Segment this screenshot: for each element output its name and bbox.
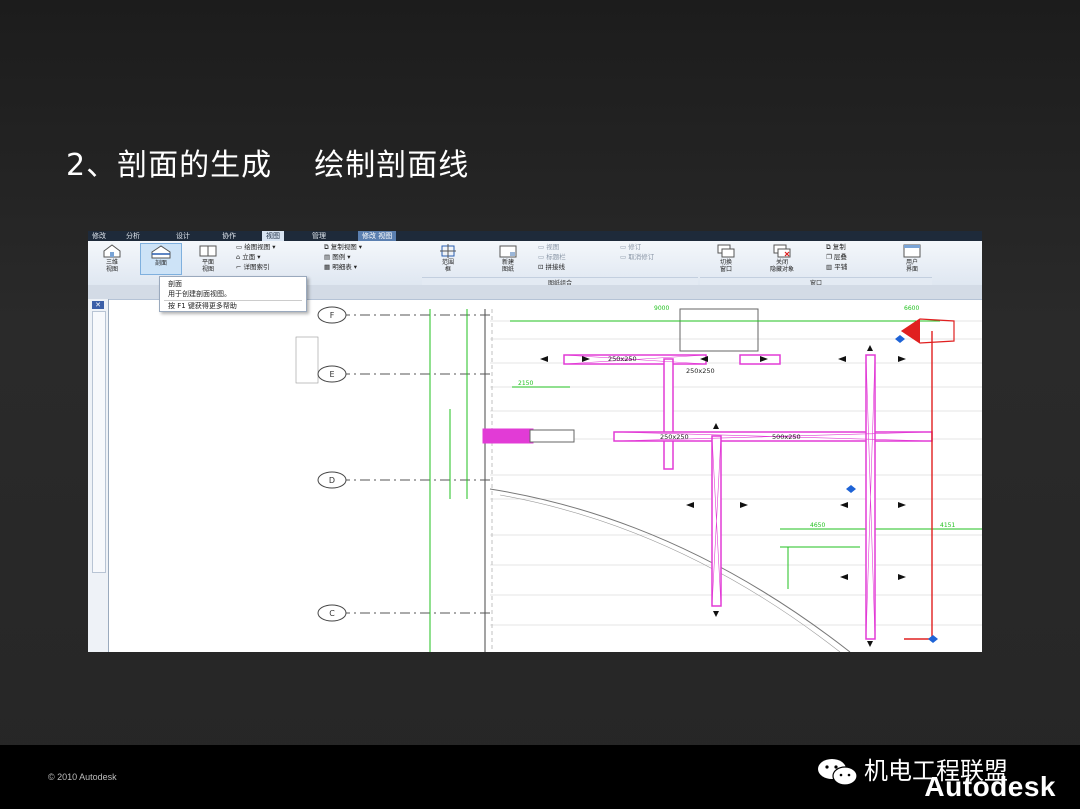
section-icon [151, 245, 171, 259]
drafting-view-button[interactable]: ▭ 绘图视图 ▾ [236, 243, 276, 252]
duct-size-label: 250x250 [686, 367, 715, 375]
new-sheet-icon [499, 245, 517, 258]
tab-view[interactable]: 视图 [262, 231, 284, 241]
scrollbar[interactable] [92, 311, 106, 573]
slide-title: 2、剖面的生成 绘制剖面线 [66, 148, 470, 183]
schedule-button[interactable]: ▦ 明细表 ▾ [324, 263, 357, 272]
slide-footer: © 2010 Autodesk 机电工程联盟 Autodesk [0, 745, 1080, 809]
duct-size-label: 250x250 [660, 433, 689, 441]
legend-button[interactable]: ▤ 图例 ▾ [324, 253, 351, 262]
scope-box-label: 范围 框 [441, 259, 454, 273]
tab-analyze[interactable]: 分析 [122, 231, 144, 241]
tab-modify[interactable]: 修改 [88, 231, 110, 241]
section-button[interactable]: 剖面 [140, 243, 182, 275]
revit-screenshot: 修改 分析 设计 协作 视图 管理 修改 视图 三维 视图 剖面 平面 视图 ▭… [88, 231, 982, 652]
grid-label: C [329, 609, 335, 618]
3d-view-button[interactable]: 三维 视图 [92, 243, 132, 273]
floor-lines [490, 320, 982, 626]
wechat-icon [818, 759, 858, 786]
duct-system[interactable] [482, 354, 933, 640]
tooltip-title: 剖面 [168, 280, 182, 288]
callout-button[interactable]: ⌐ 详图索引 [236, 263, 270, 272]
close-hidden-icon [773, 244, 791, 258]
grid-lines [340, 314, 492, 614]
scope-box-button[interactable]: 范围 框 [428, 243, 468, 273]
tooltip-help: 按 F1 键获得更多帮助 [164, 300, 302, 311]
3d-view-label: 三维 视图 [105, 259, 118, 273]
title-block-button[interactable]: ▭ 标题栏 [538, 253, 566, 262]
ribbon-tab-bar: 修改 分析 设计 协作 视图 管理 修改 视图 [88, 231, 982, 241]
dimension-text: 4151 [940, 522, 955, 529]
tab-modify-view[interactable]: 修改 视图 [358, 231, 397, 241]
plan-view-icon [199, 245, 217, 257]
revisions-button[interactable]: ▭ 修订 [620, 243, 641, 252]
air-terminal-arrows [540, 345, 906, 647]
drawing-canvas[interactable]: F E D C 9000 6600 2150 4650 4151 250x250… [120, 299, 982, 652]
tab-collaborate[interactable]: 协作 [218, 231, 240, 241]
scope-box-icon [440, 244, 456, 258]
user-interface-icon [903, 244, 921, 258]
user-interface-label: 用户 界面 [905, 259, 918, 273]
user-interface-button[interactable]: 用户 界面 [892, 243, 932, 273]
dimension-text: 4650 [810, 522, 825, 529]
dimension-text: 6600 [904, 305, 919, 312]
switch-window-label: 切换 窗口 [719, 259, 732, 273]
room-outline [679, 308, 759, 352]
duplicate-view-button[interactable]: ⧉ 复制视图 ▾ [324, 243, 362, 252]
tooltip-description: 用于创建剖面视图。 [168, 290, 231, 298]
replicate-button[interactable]: ⧉ 复制 [826, 243, 846, 252]
place-view-button[interactable]: ▭ 视图 [538, 243, 559, 252]
tab-architect[interactable]: 设计 [172, 231, 194, 241]
cancel-revision-button[interactable]: ▭ 取消修订 [620, 253, 654, 262]
curved-wall-inner [499, 494, 841, 652]
close-icon[interactable]: ✕ [92, 301, 104, 309]
section-line[interactable] [846, 318, 955, 643]
grid-label: E [329, 370, 334, 379]
curved-wall [489, 488, 851, 652]
switch-window-button[interactable]: 切换 窗口 [706, 243, 746, 273]
new-sheet-label: 新建 图纸 [501, 259, 514, 273]
matchline-button[interactable]: ⊡ 拼接线 [538, 263, 565, 272]
elevation-button[interactable]: ⌂ 立面 ▾ [236, 253, 261, 262]
project-browser-panel: ✕ [88, 299, 109, 652]
autodesk-logo: Autodesk [924, 771, 1056, 802]
brand-area: 机电工程联盟 Autodesk [816, 753, 1056, 805]
switch-window-icon [717, 244, 735, 258]
plan-view-label: 平面 视图 [201, 259, 214, 273]
room-outline [295, 336, 319, 384]
new-sheet-button[interactable]: 新建 图纸 [488, 243, 528, 273]
close-hidden-label: 关闭 隐藏对象 [769, 259, 794, 273]
tile-button[interactable]: ▥ 平铺 [826, 263, 847, 272]
duct-size-label: 500x250 [772, 433, 801, 441]
grid-label: D [329, 476, 335, 485]
section-label: 剖面 [154, 260, 167, 267]
tab-manage[interactable]: 管理 [308, 231, 330, 241]
3d-house-icon [103, 244, 121, 258]
duct-size-label: 250x250 [608, 355, 637, 363]
cascade-button[interactable]: ❐ 层叠 [826, 253, 847, 262]
dimension-text: 9000 [654, 305, 669, 312]
section-tooltip: 剖面 用于创建剖面视图。 按 F1 键获得更多帮助 [159, 276, 307, 312]
plan-view-button[interactable]: 平面 视图 [188, 243, 228, 273]
copyright-text: © 2010 Autodesk [48, 772, 117, 782]
dimension-text: 2150 [518, 380, 533, 387]
grid-bubbles: F E D C [317, 306, 347, 622]
close-hidden-button[interactable]: 关闭 隐藏对象 [758, 243, 806, 273]
grid-label: F [330, 311, 335, 320]
